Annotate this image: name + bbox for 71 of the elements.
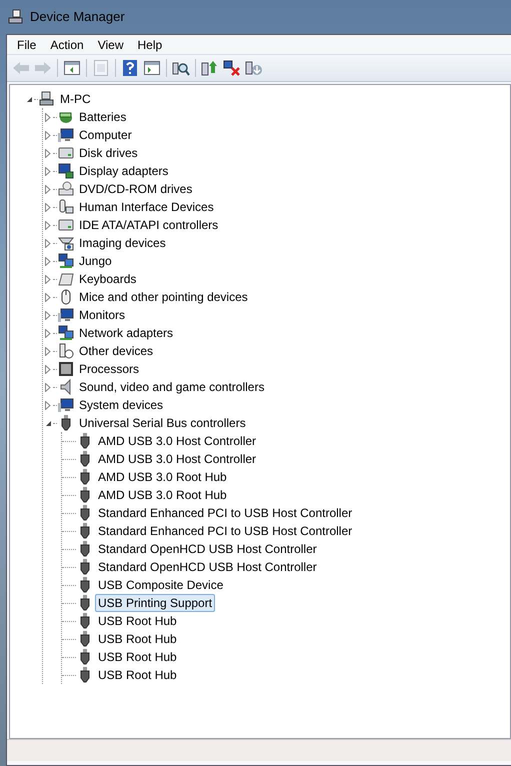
expand-arrow[interactable]	[43, 274, 53, 284]
window-title: Device Manager	[30, 8, 125, 26]
drive-icon	[58, 145, 74, 161]
tree-item[interactable]: Jungo	[76, 252, 115, 270]
tree-item[interactable]: Keyboards	[76, 270, 140, 288]
display-adapter-icon	[58, 163, 74, 179]
expand-arrow[interactable]	[43, 202, 53, 212]
tree-item[interactable]: AMD USB 3.0 Root Hub	[95, 486, 230, 504]
monitor-icon	[58, 397, 74, 413]
tree-item[interactable]: Network adapters	[76, 324, 176, 342]
expand-arrow[interactable]	[43, 166, 53, 176]
drive-icon	[58, 217, 74, 233]
unknown-device-icon	[58, 343, 74, 359]
scanner-icon	[58, 235, 74, 251]
expand-arrow[interactable]	[43, 130, 53, 140]
app-icon	[8, 9, 24, 25]
expand-arrow[interactable]	[43, 184, 53, 194]
tree-item[interactable]: USB Root Hub	[95, 612, 180, 630]
menu-item[interactable]: Help	[130, 36, 170, 54]
tree-item[interactable]: Processors	[76, 360, 142, 378]
menu-item[interactable]: File	[10, 36, 44, 54]
tree-item[interactable]: Disk drives	[76, 144, 141, 162]
expand-arrow[interactable]	[43, 148, 53, 158]
tree-item[interactable]: Standard OpenHCD USB Host Controller	[95, 558, 320, 576]
expand-arrow[interactable]	[43, 364, 53, 374]
expand-arrow[interactable]	[43, 220, 53, 230]
monitor-icon	[58, 307, 74, 323]
expand-arrow[interactable]	[43, 400, 53, 410]
tree-item[interactable]: Other devices	[76, 342, 156, 360]
menu-item[interactable]: View	[90, 36, 130, 54]
tree-item[interactable]: USB Printing Support	[95, 594, 216, 612]
menu-item[interactable]: Action	[43, 36, 91, 54]
tree-item[interactable]: USB Root Hub	[95, 648, 180, 666]
computer-icon	[39, 91, 55, 107]
processor-icon	[58, 361, 74, 377]
tree-item[interactable]: Display adapters	[76, 162, 172, 180]
tree-item[interactable]: Standard OpenHCD USB Host Controller	[95, 540, 320, 558]
optical-drive-icon	[58, 181, 74, 197]
tree-item[interactable]: Mice and other pointing devices	[76, 288, 251, 306]
tree-item[interactable]: Universal Serial Bus controllers	[76, 414, 249, 432]
tree-item[interactable]: System devices	[76, 396, 166, 414]
tree-item[interactable]: USB Root Hub	[95, 630, 180, 648]
keyboard-icon	[58, 271, 74, 287]
expand-arrow[interactable]	[43, 112, 53, 122]
tree-item[interactable]: Batteries	[76, 108, 130, 126]
tree-item[interactable]: Monitors	[76, 306, 128, 324]
tree-item[interactable]: IDE ATA/ATAPI controllers	[76, 216, 222, 234]
monitor-icon	[58, 127, 74, 143]
tree-item[interactable]: Imaging devices	[76, 234, 169, 252]
expand-arrow[interactable]	[43, 292, 53, 302]
tree-item[interactable]: AMD USB 3.0 Root Hub	[95, 468, 230, 486]
expand-arrow[interactable]	[43, 346, 53, 356]
tree-item[interactable]: Standard Enhanced PCI to USB Host Controller	[95, 504, 356, 522]
tree-item[interactable]: DVD/CD-ROM drives	[76, 180, 196, 198]
tree-item[interactable]: USB Composite Device	[95, 576, 226, 594]
network-icon	[58, 253, 74, 269]
expand-arrow[interactable]	[43, 238, 53, 248]
expand-arrow[interactable]	[43, 256, 53, 266]
expand-arrow[interactable]	[43, 328, 53, 338]
tree-item[interactable]: AMD USB 3.0 Host Controller	[95, 450, 260, 468]
tree-item[interactable]: Computer	[76, 126, 135, 144]
hid-icon	[58, 199, 74, 215]
tree-item[interactable]: M-PC	[57, 90, 94, 108]
network-icon	[58, 325, 74, 341]
expand-arrow[interactable]	[43, 310, 53, 320]
tree-item[interactable]: AMD USB 3.0 Host Controller	[95, 432, 260, 450]
expand-arrow[interactable]	[43, 382, 53, 392]
tree-item[interactable]: Sound, video and game controllers	[76, 378, 268, 396]
tree-item[interactable]: Human Interface Devices	[76, 198, 217, 216]
tree-item[interactable]: Standard Enhanced PCI to USB Host Controller	[95, 522, 356, 540]
tree-item[interactable]: USB Root Hub	[95, 666, 180, 684]
